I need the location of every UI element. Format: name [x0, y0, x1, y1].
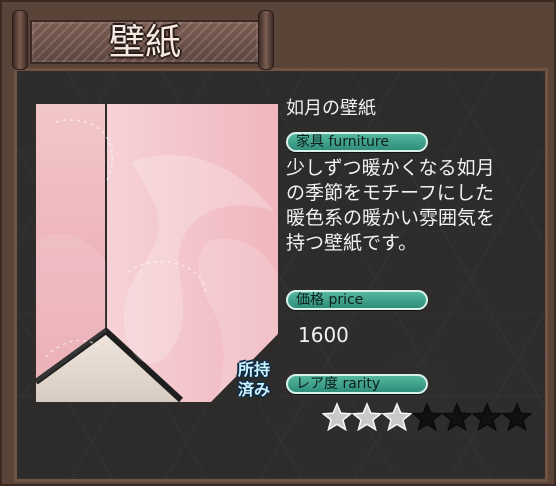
owned-badge-line-1: 所持	[237, 360, 270, 379]
star-empty-icon	[501, 402, 533, 432]
item-name: 如月の壁紙	[286, 98, 376, 119]
description-line: の季節をモチーフにした	[286, 182, 494, 204]
star-empty-icon	[411, 402, 443, 432]
wallpaper-preview	[36, 102, 278, 402]
banner-title: 壁紙	[108, 22, 181, 63]
description-line: 持つ壁紙です。	[286, 232, 418, 254]
rarity-label: レア度 rarity	[296, 376, 381, 392]
type-pill: 家具 furniture	[286, 132, 428, 152]
star-filled-icon	[321, 402, 353, 432]
star-empty-icon	[471, 402, 503, 432]
star-empty-icon	[441, 402, 473, 432]
banner-body: 壁紙	[30, 20, 260, 64]
rarity-stars	[321, 402, 536, 436]
star-filled-icon	[381, 402, 413, 432]
banner-rod-left	[12, 10, 28, 70]
price-pill: 価格 price	[286, 290, 428, 310]
price-value: 1600	[298, 323, 349, 347]
price-label: 価格 price	[296, 292, 364, 308]
owned-badge-line-2: 済み	[237, 380, 270, 399]
type-label: 家具 furniture	[296, 134, 389, 150]
description-line: 少しずつ暖かくなる如月	[286, 157, 495, 179]
star-filled-icon	[351, 402, 383, 432]
furniture-detail-panel: 壁紙 所持 済み 如月の壁紙 家具 furniture 少しずつ暖かくなる如月 …	[0, 0, 556, 486]
description-line: 暖色系の暖かい雰囲気を	[286, 207, 496, 229]
description: 少しずつ暖かくなる如月 の季節をモチーフにした 暖色系の暖かい雰囲気を 持つ壁紙…	[286, 156, 534, 256]
category-banner: 壁紙	[12, 10, 274, 70]
rarity-pill: レア度 rarity	[286, 374, 428, 394]
owned-badge: 所持 済み	[230, 360, 278, 404]
banner-rod-right	[258, 10, 274, 70]
wallpaper-preview-image	[36, 102, 278, 402]
